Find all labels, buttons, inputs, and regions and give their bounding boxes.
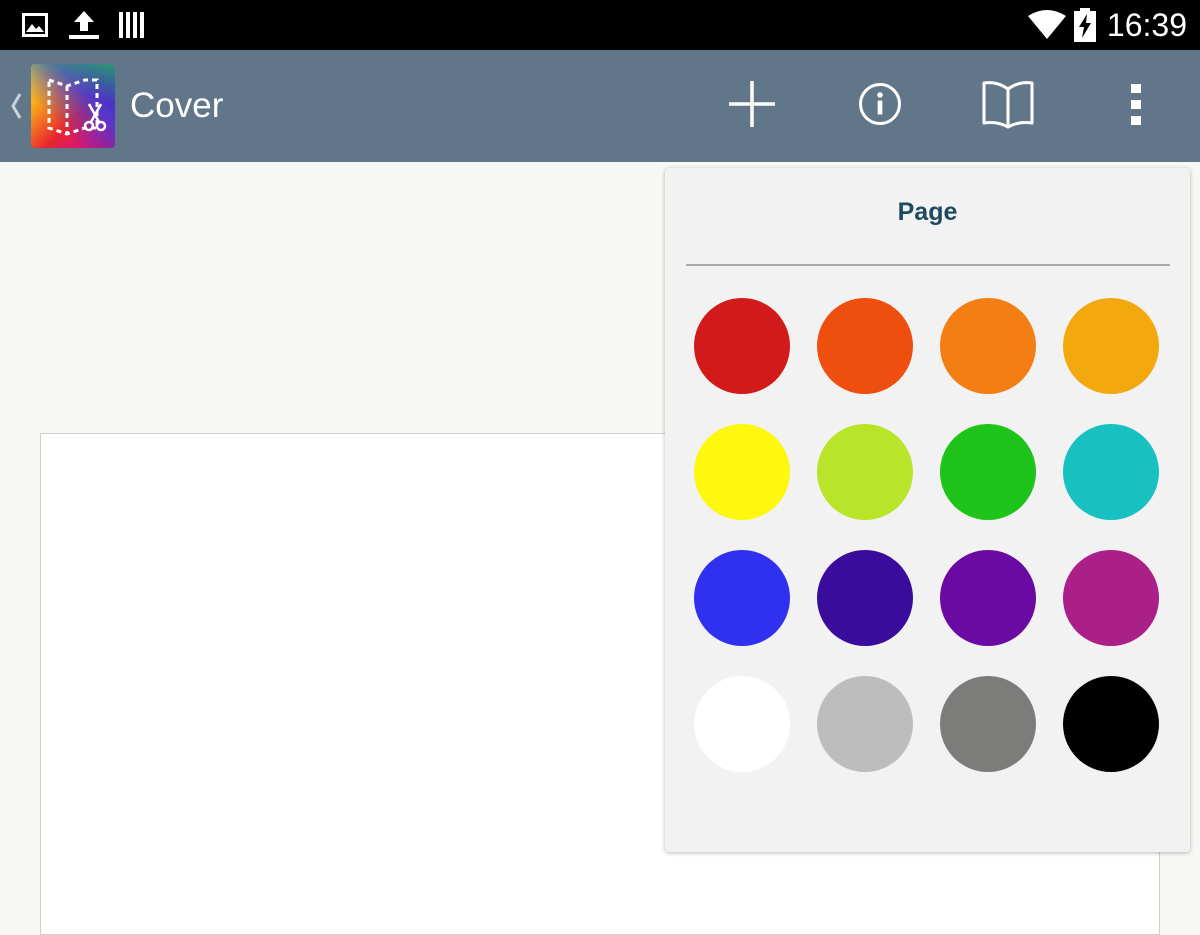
overflow-menu-button[interactable] <box>1096 66 1176 146</box>
color-swatch-teal[interactable] <box>1063 424 1159 520</box>
color-swatch-red-orange[interactable] <box>817 298 913 394</box>
add-icon <box>727 79 777 134</box>
book-icon <box>981 79 1035 134</box>
overflow-menu-icon <box>1129 82 1143 131</box>
battery-charging-icon <box>1073 0 1097 50</box>
action-bar: Cover <box>0 50 1200 162</box>
upload-icon <box>68 0 100 50</box>
status-time: 16:39 <box>1106 7 1187 43</box>
image-notification-icon <box>22 0 48 50</box>
info-button[interactable] <box>840 66 920 146</box>
add-button[interactable] <box>712 66 792 146</box>
color-swatch-gray[interactable] <box>940 676 1036 772</box>
page-title: Cover <box>130 86 224 125</box>
color-swatch-grid <box>694 298 1159 772</box>
read-book-button[interactable] <box>968 66 1048 146</box>
status-bar: 16:39 <box>0 0 1200 50</box>
color-swatch-red[interactable] <box>694 298 790 394</box>
app-logo[interactable] <box>31 64 115 148</box>
color-swatch-light-gray[interactable] <box>817 676 913 772</box>
popup-title: Page <box>897 198 958 226</box>
wifi-icon <box>1028 0 1066 50</box>
color-swatch-amber[interactable] <box>1063 298 1159 394</box>
up-navigation-icon[interactable] <box>6 88 26 124</box>
color-swatch-indigo[interactable] <box>817 550 913 646</box>
color-swatch-black[interactable] <box>1063 676 1159 772</box>
color-swatch-green[interactable] <box>940 424 1036 520</box>
color-swatch-blue[interactable] <box>694 550 790 646</box>
barcode-icon <box>118 0 146 50</box>
info-icon <box>858 82 902 131</box>
popup-divider <box>686 264 1170 266</box>
color-swatch-purple[interactable] <box>940 550 1036 646</box>
color-swatch-lime[interactable] <box>817 424 913 520</box>
color-swatch-orange[interactable] <box>940 298 1036 394</box>
color-swatch-white[interactable] <box>694 676 790 772</box>
color-swatch-magenta[interactable] <box>1063 550 1159 646</box>
page-color-popup: Page <box>665 168 1190 852</box>
color-swatch-yellow[interactable] <box>694 424 790 520</box>
